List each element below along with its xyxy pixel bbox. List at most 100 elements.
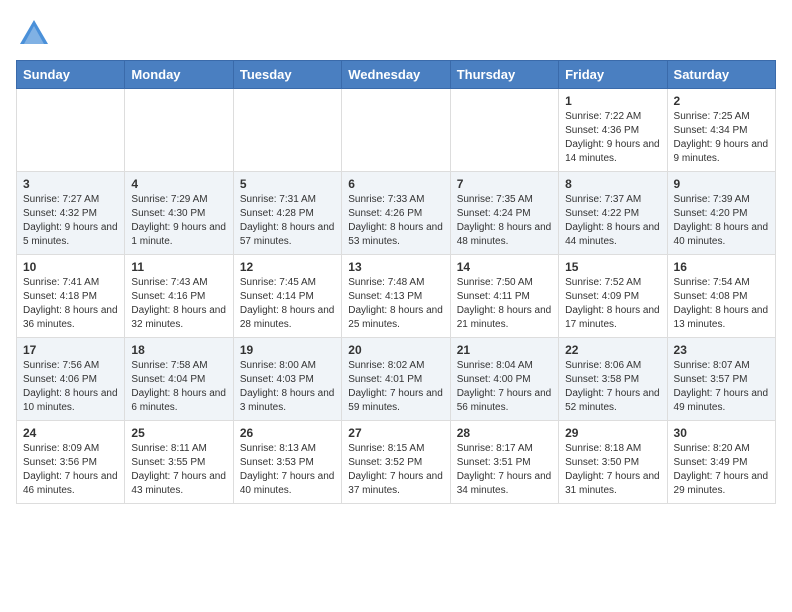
- calendar-week-row: 1 Sunrise: 7:22 AM Sunset: 4:36 PM Daylig…: [17, 89, 776, 172]
- day-info: Sunrise: 7:33 AM Sunset: 4:26 PM Dayligh…: [348, 193, 443, 249]
- day-number: 1: [565, 94, 660, 108]
- calendar-week-row: 24Sunrise: 8:09 AM Sunset: 3:56 PM Dayli…: [17, 421, 776, 504]
- page-header: [16, 16, 776, 52]
- day-number: 15: [565, 260, 660, 274]
- calendar-day-cell: 24Sunrise: 8:09 AM Sunset: 3:56 PM Dayli…: [17, 421, 125, 504]
- calendar-week-row: 17 Sunrise: 7:56 AM Sunset: 4:06 PM Dayli…: [17, 338, 776, 421]
- day-info: Sunrise: 7:52 AM Sunset: 4:09 PM Dayligh…: [565, 276, 660, 332]
- calendar-day-cell: 4 Sunrise: 7:29 AM Sunset: 4:30 PM Daylig…: [125, 172, 233, 255]
- day-info: Sunrise: 7:37 AM Sunset: 4:22 PM Dayligh…: [565, 193, 660, 249]
- calendar-header-cell: Monday: [125, 61, 233, 89]
- calendar-day-cell: 16 Sunrise: 7:54 AM Sunset: 4:08 PM Dayli…: [667, 255, 775, 338]
- day-info: Sunrise: 7:27 AM Sunset: 4:32 PM Dayligh…: [23, 193, 118, 249]
- day-number: 4: [131, 177, 226, 191]
- calendar-header-cell: Wednesday: [342, 61, 450, 89]
- calendar-day-cell: 18 Sunrise: 7:58 AM Sunset: 4:04 PM Dayli…: [125, 338, 233, 421]
- calendar-day-cell: [125, 89, 233, 172]
- day-number: 18: [131, 343, 226, 357]
- calendar-day-cell: 11 Sunrise: 7:43 AM Sunset: 4:16 PM Dayli…: [125, 255, 233, 338]
- day-number: 9: [674, 177, 769, 191]
- day-number: 19: [240, 343, 335, 357]
- day-info: Sunrise: 7:25 AM Sunset: 4:34 PM Dayligh…: [674, 110, 769, 166]
- day-info: Sunrise: 7:29 AM Sunset: 4:30 PM Dayligh…: [131, 193, 226, 249]
- day-info: Sunrise: 7:56 AM Sunset: 4:06 PM Dayligh…: [23, 359, 118, 415]
- calendar-day-cell: 21 Sunrise: 8:04 AM Sunset: 4:00 PM Dayli…: [450, 338, 558, 421]
- calendar-day-cell: 7 Sunrise: 7:35 AM Sunset: 4:24 PM Daylig…: [450, 172, 558, 255]
- day-number: 10: [23, 260, 118, 274]
- day-info: Sunrise: 7:54 AM Sunset: 4:08 PM Dayligh…: [674, 276, 769, 332]
- calendar-day-cell: 22 Sunrise: 8:06 AM Sunset: 3:58 PM Dayli…: [559, 338, 667, 421]
- logo-icon: [16, 16, 52, 52]
- calendar-day-cell: 23 Sunrise: 8:07 AM Sunset: 3:57 PM Dayli…: [667, 338, 775, 421]
- day-number: 16: [674, 260, 769, 274]
- calendar-day-cell: 19 Sunrise: 8:00 AM Sunset: 4:03 PM Dayli…: [233, 338, 341, 421]
- calendar-day-cell: 27 Sunrise: 8:15 AM Sunset: 3:52 PM Dayli…: [342, 421, 450, 504]
- calendar-header-cell: Tuesday: [233, 61, 341, 89]
- day-info: Sunrise: 7:22 AM Sunset: 4:36 PM Dayligh…: [565, 110, 660, 166]
- day-number: 17: [23, 343, 118, 357]
- day-info: Sunrise: 8:13 AM Sunset: 3:53 PM Dayligh…: [240, 442, 335, 498]
- calendar-day-cell: 1 Sunrise: 7:22 AM Sunset: 4:36 PM Daylig…: [559, 89, 667, 172]
- day-number: 8: [565, 177, 660, 191]
- calendar-day-cell: 29Sunrise: 8:18 AM Sunset: 3:50 PM Dayli…: [559, 421, 667, 504]
- day-info: Sunrise: 7:50 AM Sunset: 4:11 PM Dayligh…: [457, 276, 552, 332]
- day-number: 5: [240, 177, 335, 191]
- logo: [16, 16, 56, 52]
- day-info: Sunrise: 8:07 AM Sunset: 3:57 PM Dayligh…: [674, 359, 769, 415]
- day-info: Sunrise: 7:41 AM Sunset: 4:18 PM Dayligh…: [23, 276, 118, 332]
- calendar-day-cell: 14 Sunrise: 7:50 AM Sunset: 4:11 PM Dayli…: [450, 255, 558, 338]
- day-info: Sunrise: 8:11 AM Sunset: 3:55 PM Dayligh…: [131, 442, 226, 498]
- day-info: Sunrise: 7:39 AM Sunset: 4:20 PM Dayligh…: [674, 193, 769, 249]
- calendar-day-cell: [233, 89, 341, 172]
- calendar-day-cell: 20Sunrise: 8:02 AM Sunset: 4:01 PM Dayli…: [342, 338, 450, 421]
- day-info: Sunrise: 8:17 AM Sunset: 3:51 PM Dayligh…: [457, 442, 552, 498]
- day-info: Sunrise: 8:00 AM Sunset: 4:03 PM Dayligh…: [240, 359, 335, 415]
- day-info: Sunrise: 8:15 AM Sunset: 3:52 PM Dayligh…: [348, 442, 443, 498]
- day-info: Sunrise: 8:04 AM Sunset: 4:00 PM Dayligh…: [457, 359, 552, 415]
- calendar-table: SundayMondayTuesdayWednesdayThursdayFrid…: [16, 60, 776, 504]
- day-number: 3: [23, 177, 118, 191]
- day-number: 25: [131, 426, 226, 440]
- day-number: 28: [457, 426, 552, 440]
- calendar-day-cell: [342, 89, 450, 172]
- calendar-day-cell: 5 Sunrise: 7:31 AM Sunset: 4:28 PM Daylig…: [233, 172, 341, 255]
- day-number: 2: [674, 94, 769, 108]
- calendar-header-cell: Friday: [559, 61, 667, 89]
- calendar-day-cell: [17, 89, 125, 172]
- calendar-day-cell: 17 Sunrise: 7:56 AM Sunset: 4:06 PM Dayli…: [17, 338, 125, 421]
- day-number: 6: [348, 177, 443, 191]
- calendar-header: SundayMondayTuesdayWednesdayThursdayFrid…: [17, 61, 776, 89]
- calendar-week-row: 3 Sunrise: 7:27 AM Sunset: 4:32 PM Daylig…: [17, 172, 776, 255]
- day-number: 30: [674, 426, 769, 440]
- calendar-day-cell: 26 Sunrise: 8:13 AM Sunset: 3:53 PM Dayli…: [233, 421, 341, 504]
- calendar-day-cell: 3 Sunrise: 7:27 AM Sunset: 4:32 PM Daylig…: [17, 172, 125, 255]
- calendar-header-cell: Thursday: [450, 61, 558, 89]
- calendar-day-cell: 15 Sunrise: 7:52 AM Sunset: 4:09 PM Dayli…: [559, 255, 667, 338]
- day-info: Sunrise: 8:09 AM Sunset: 3:56 PM Dayligh…: [23, 442, 118, 498]
- day-info: Sunrise: 7:35 AM Sunset: 4:24 PM Dayligh…: [457, 193, 552, 249]
- day-number: 21: [457, 343, 552, 357]
- calendar-day-cell: 2 Sunrise: 7:25 AM Sunset: 4:34 PM Daylig…: [667, 89, 775, 172]
- day-number: 27: [348, 426, 443, 440]
- day-number: 29: [565, 426, 660, 440]
- day-info: Sunrise: 7:43 AM Sunset: 4:16 PM Dayligh…: [131, 276, 226, 332]
- calendar-day-cell: 25 Sunrise: 8:11 AM Sunset: 3:55 PM Dayli…: [125, 421, 233, 504]
- calendar-day-cell: 9 Sunrise: 7:39 AM Sunset: 4:20 PM Daylig…: [667, 172, 775, 255]
- day-number: 11: [131, 260, 226, 274]
- day-number: 12: [240, 260, 335, 274]
- day-info: Sunrise: 7:58 AM Sunset: 4:04 PM Dayligh…: [131, 359, 226, 415]
- day-number: 23: [674, 343, 769, 357]
- day-info: Sunrise: 7:31 AM Sunset: 4:28 PM Dayligh…: [240, 193, 335, 249]
- day-number: 7: [457, 177, 552, 191]
- calendar-day-cell: 13Sunrise: 7:48 AM Sunset: 4:13 PM Dayli…: [342, 255, 450, 338]
- day-number: 14: [457, 260, 552, 274]
- day-info: Sunrise: 8:06 AM Sunset: 3:58 PM Dayligh…: [565, 359, 660, 415]
- calendar-day-cell: [450, 89, 558, 172]
- day-info: Sunrise: 8:02 AM Sunset: 4:01 PM Dayligh…: [348, 359, 443, 415]
- day-info: Sunrise: 7:45 AM Sunset: 4:14 PM Dayligh…: [240, 276, 335, 332]
- day-number: 22: [565, 343, 660, 357]
- day-number: 26: [240, 426, 335, 440]
- calendar-week-row: 10 Sunrise: 7:41 AM Sunset: 4:18 PM Dayli…: [17, 255, 776, 338]
- calendar-day-cell: 10 Sunrise: 7:41 AM Sunset: 4:18 PM Dayli…: [17, 255, 125, 338]
- calendar-day-cell: 6 Sunrise: 7:33 AM Sunset: 4:26 PM Daylig…: [342, 172, 450, 255]
